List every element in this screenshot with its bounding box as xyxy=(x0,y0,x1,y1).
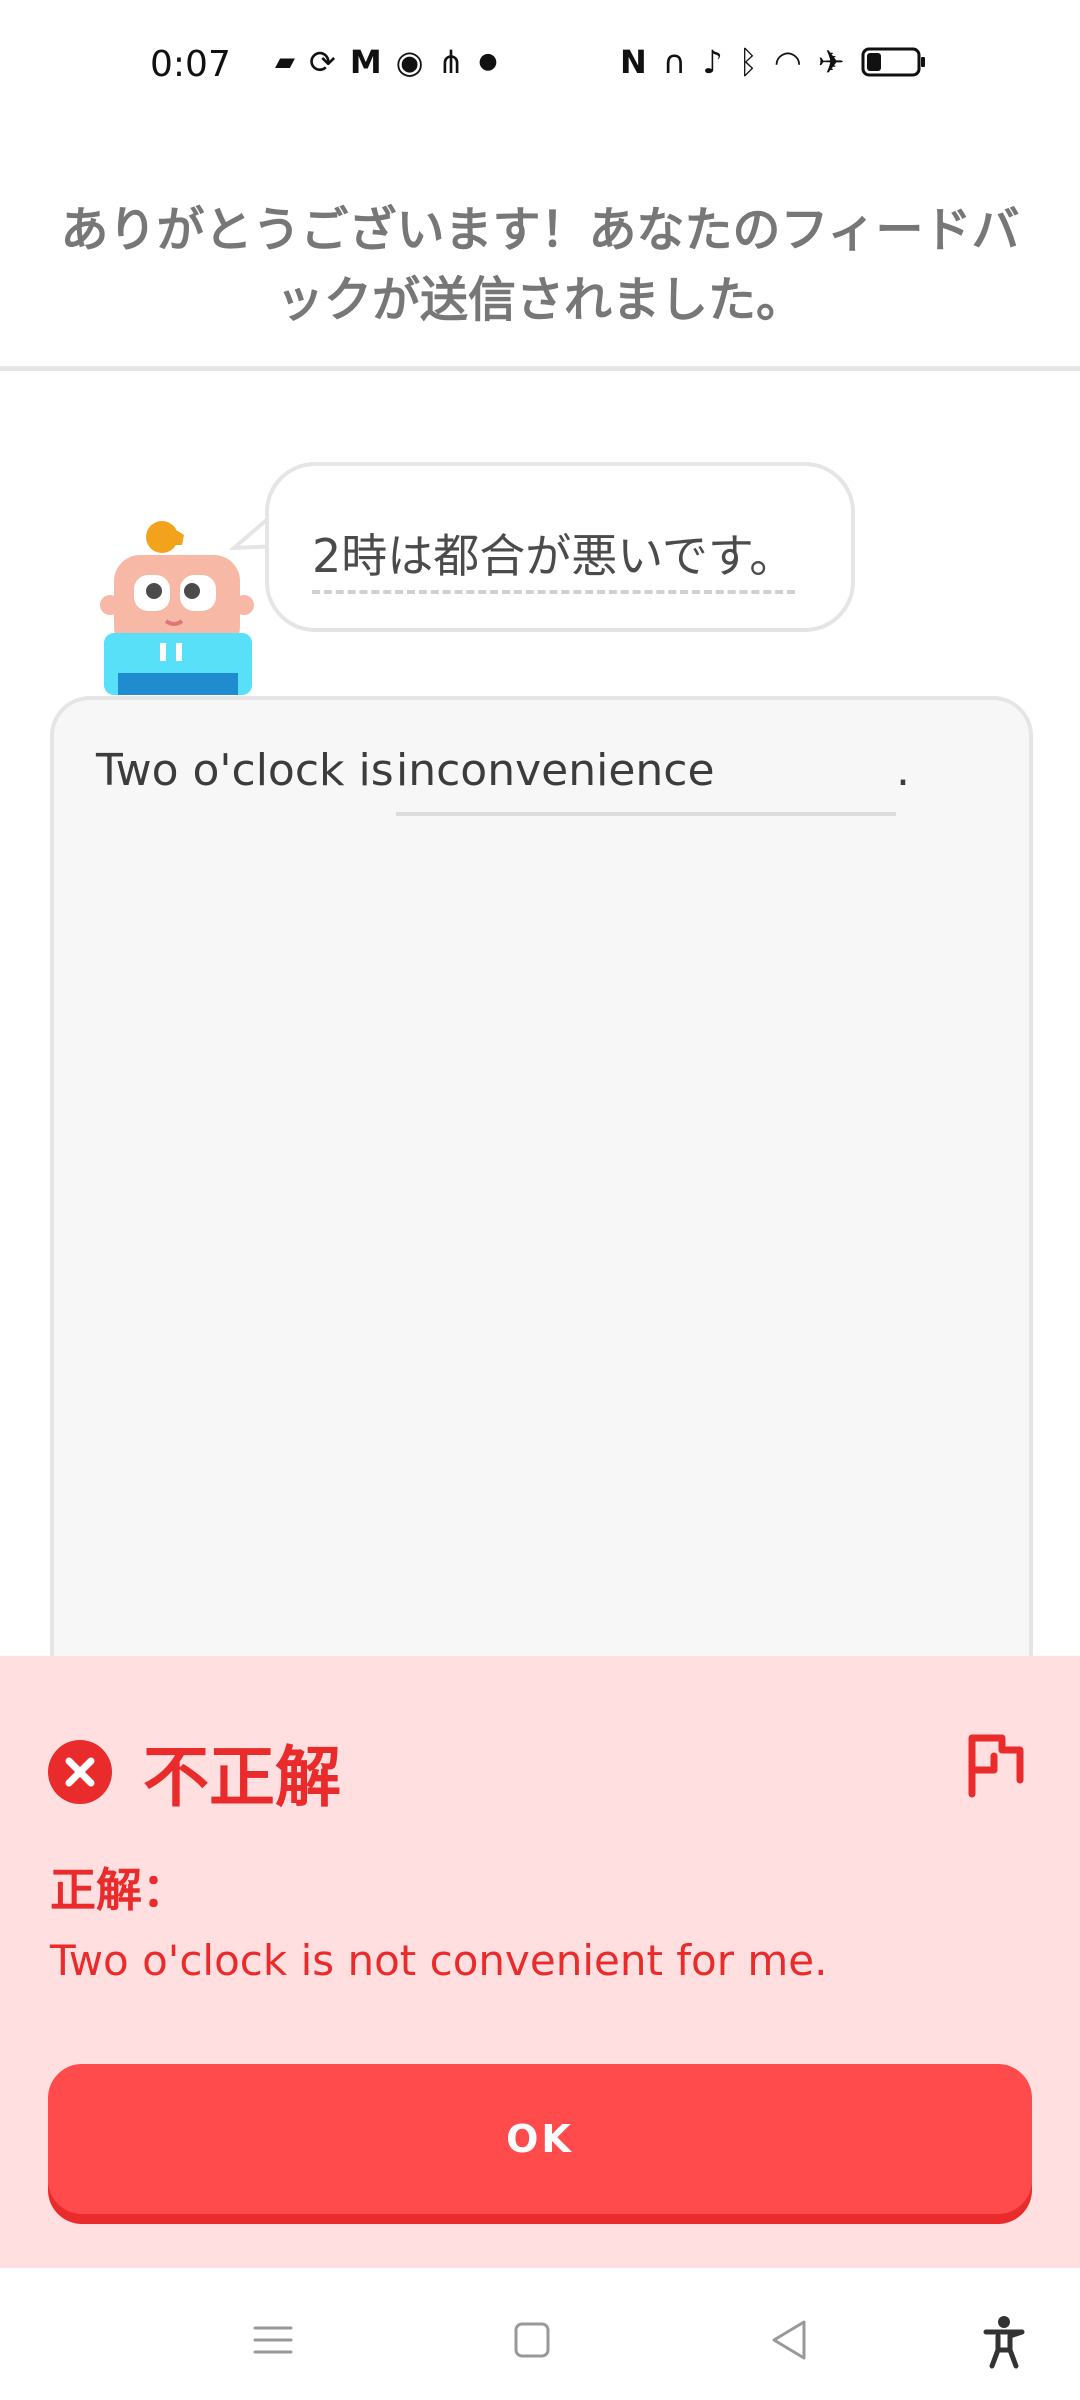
correct-answer-text: Two o'clock is not convenient for me. xyxy=(50,1936,828,1985)
feedback-sent-banner: ありがとうございます！あなたのフィードバックが送信されました。 xyxy=(60,202,1020,328)
battery-icon xyxy=(861,47,925,77)
answer-box xyxy=(50,696,1033,1696)
wifi-icon: ◠ xyxy=(773,43,802,81)
bluetooth-icon: ᛒ xyxy=(738,43,758,81)
answer-input[interactable]: inconvenience xyxy=(396,745,715,796)
headphones-icon: ∩ xyxy=(662,43,687,81)
app-notification-icon: ▰ xyxy=(275,47,295,77)
prompt-sentence[interactable]: 2時は都合が悪いです。 xyxy=(312,520,796,594)
status-time: 0:07 xyxy=(150,44,231,85)
ok-button[interactable]: OK xyxy=(48,2064,1032,2214)
airplane-icon: ✈ xyxy=(817,43,845,81)
system-icons: N ∩ ♪ ᛒ ◠ ✈ xyxy=(620,46,927,78)
app-icon: ◉ xyxy=(395,43,424,81)
home-icon[interactable] xyxy=(502,2310,562,2370)
sync-icon: ⟳ xyxy=(309,43,336,81)
status-bar: 0:07 ▰ ⟳ M ◉ ⋔ ● N ∩ ♪ ᛒ ◠ ✈ xyxy=(0,0,1080,140)
answer-suffix: . xyxy=(896,745,910,796)
gmail-icon: M xyxy=(349,43,382,81)
mute-bell-icon: ♪ xyxy=(702,43,723,81)
banner-divider xyxy=(0,366,1080,371)
correct-answer-label: 正解： xyxy=(50,1863,188,1917)
accessibility-icon[interactable] xyxy=(974,2310,1034,2370)
incorrect-x-icon xyxy=(48,1740,112,1804)
back-icon[interactable] xyxy=(760,2310,820,2370)
signal-app-icon: ⋔ xyxy=(437,43,465,81)
answer-input-underline xyxy=(396,812,896,816)
recent-apps-icon[interactable] xyxy=(243,2310,303,2370)
nfc-icon: N xyxy=(620,43,647,81)
report-flag-icon[interactable] xyxy=(964,1730,1026,1798)
dot-icon: ● xyxy=(478,49,498,74)
answer-prefix: Two o'clock is xyxy=(96,745,394,796)
notification-icons: ▰ ⟳ M ◉ ⋔ ● xyxy=(275,46,498,78)
feedback-status: 不正解 xyxy=(143,1739,341,1816)
